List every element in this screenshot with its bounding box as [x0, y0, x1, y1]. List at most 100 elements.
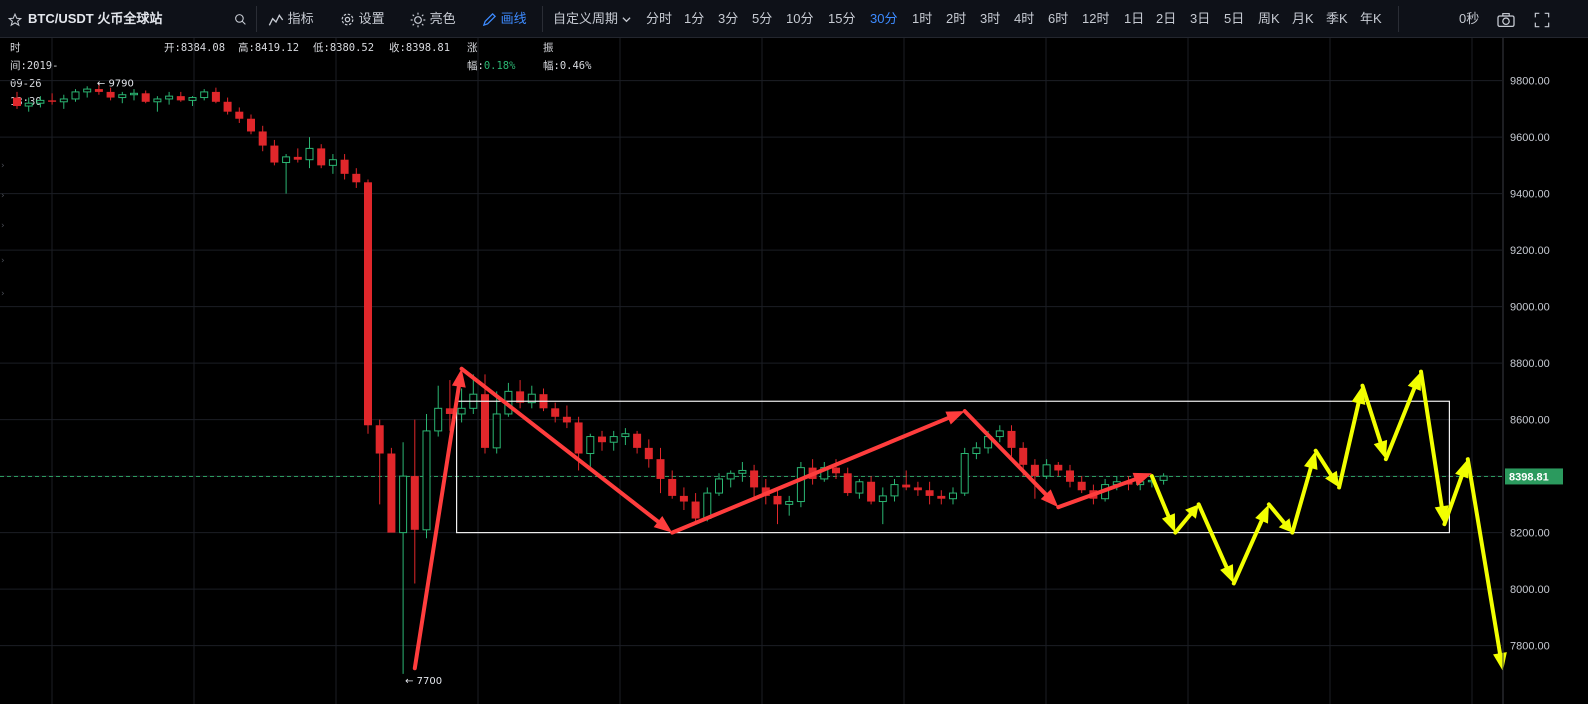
candle: [153, 96, 162, 112]
candle-body: [621, 433, 630, 438]
period-3[interactable]: 5分: [752, 0, 772, 38]
candle-body: [598, 436, 606, 443]
red-arrow-head: [945, 411, 965, 425]
draw-button[interactable]: 画线: [482, 0, 527, 38]
candle-body: [960, 453, 969, 494]
fullscreen-icon[interactable]: [1534, 0, 1550, 38]
candle: [223, 97, 232, 115]
candle-body: [890, 484, 899, 497]
custom-period-dropdown[interactable]: 自定义周期: [553, 0, 631, 38]
candle: [258, 125, 267, 152]
candle-body: [434, 407, 443, 432]
period-2[interactable]: 3分: [718, 0, 738, 38]
candle: [176, 91, 185, 102]
candle-body: [13, 97, 21, 107]
high-marker-label: ← 9790: [97, 78, 134, 89]
annotation-layer: [412, 366, 1507, 672]
left-edge-mark: ›: [1, 221, 5, 231]
candle-body: [679, 495, 688, 502]
candle: [890, 478, 899, 502]
period-1[interactable]: 1分: [684, 0, 704, 38]
candle: [24, 97, 33, 112]
period-14[interactable]: 2日: [1156, 0, 1176, 38]
candle-body: [83, 88, 92, 93]
candle: [527, 385, 536, 409]
candle: [340, 154, 349, 180]
period-15[interactable]: 3日: [1190, 0, 1210, 38]
candle: [399, 442, 408, 674]
candle: [59, 94, 68, 109]
candle: [504, 382, 513, 417]
indicator-button[interactable]: 指标: [268, 0, 314, 38]
candle: [773, 487, 782, 525]
yellow-arrow-shaft: [1465, 457, 1502, 656]
candle: [1054, 461, 1063, 477]
y-tick-label: 8000.00: [1510, 584, 1550, 596]
period-4[interactable]: 10分: [786, 0, 813, 38]
period-9[interactable]: 3时: [980, 0, 1000, 38]
candlestick-chart[interactable]: ← 9790 ← 7700 9800.00 9600.00 9400.00 9200.0…: [0, 38, 1588, 704]
yellow-arrow-head: [1493, 652, 1507, 672]
candle: [293, 148, 302, 163]
y-tick-label: 9400.00: [1510, 189, 1550, 201]
candle: [211, 87, 220, 104]
period-5[interactable]: 15分: [828, 0, 855, 38]
candle-body: [1077, 481, 1086, 491]
candle-body: [293, 156, 302, 160]
yellow-arrow-head: [1220, 564, 1234, 584]
period-19[interactable]: 季K: [1326, 0, 1348, 38]
favorite-star-icon[interactable]: [7, 0, 23, 38]
toolbar: BTC/USDT 火币全球站 指标 设置 亮色 画线 自定义周期 分时 1分 3分 5…: [0, 0, 1588, 38]
search-icon[interactable]: [234, 0, 247, 38]
period-16[interactable]: 5日: [1224, 0, 1244, 38]
candle-body: [843, 473, 852, 494]
candle-body: [270, 145, 279, 163]
period-13[interactable]: 1日: [1124, 0, 1144, 38]
candle: [141, 90, 150, 104]
candle-body: [937, 495, 946, 499]
settings-label: 设置: [358, 11, 385, 26]
theme-button[interactable]: 亮色: [410, 0, 456, 38]
candle-body: [574, 422, 583, 454]
candle-body: [59, 98, 68, 103]
candle: [410, 419, 419, 584]
candle: [937, 490, 946, 505]
candle: [106, 87, 115, 101]
candle-layer: ← 9790 ← 7700: [13, 78, 1168, 687]
candle: [364, 179, 372, 434]
period-18[interactable]: 月K: [1292, 0, 1314, 38]
period-20[interactable]: 年K: [1360, 0, 1382, 38]
candle-body: [94, 89, 103, 92]
candle-body: [457, 407, 466, 415]
candle: [913, 481, 922, 496]
candle: [562, 405, 571, 429]
y-tick-label: 9600.00: [1510, 132, 1550, 144]
period-17[interactable]: 周K: [1258, 0, 1280, 38]
candle-body: [644, 447, 653, 460]
candle-body: [141, 93, 150, 102]
camera-icon[interactable]: [1496, 0, 1516, 38]
candle: [516, 380, 525, 409]
candle-body: [832, 467, 840, 474]
candle: [785, 495, 794, 516]
candle: [995, 425, 1004, 443]
candle: [422, 413, 431, 539]
candle: [317, 144, 326, 169]
period-0[interactable]: 分时: [646, 0, 672, 38]
period-7[interactable]: 1时: [912, 0, 932, 38]
period-11[interactable]: 6时: [1048, 0, 1068, 38]
settings-button[interactable]: 设置: [340, 0, 385, 38]
yellow-arrow-head: [1255, 504, 1269, 524]
period-10[interactable]: 4时: [1014, 0, 1034, 38]
yellow-arrow-shaft: [1196, 502, 1229, 570]
candle: [235, 107, 244, 123]
candle: [738, 461, 747, 482]
candle: [972, 442, 981, 460]
period-12[interactable]: 12时: [1082, 0, 1109, 38]
candle-body: [726, 472, 735, 480]
candle-body: [562, 416, 571, 423]
period-6[interactable]: 30分: [870, 0, 897, 38]
candle: [925, 481, 934, 505]
theme-label: 亮色: [429, 11, 456, 26]
period-8[interactable]: 2时: [946, 0, 966, 38]
